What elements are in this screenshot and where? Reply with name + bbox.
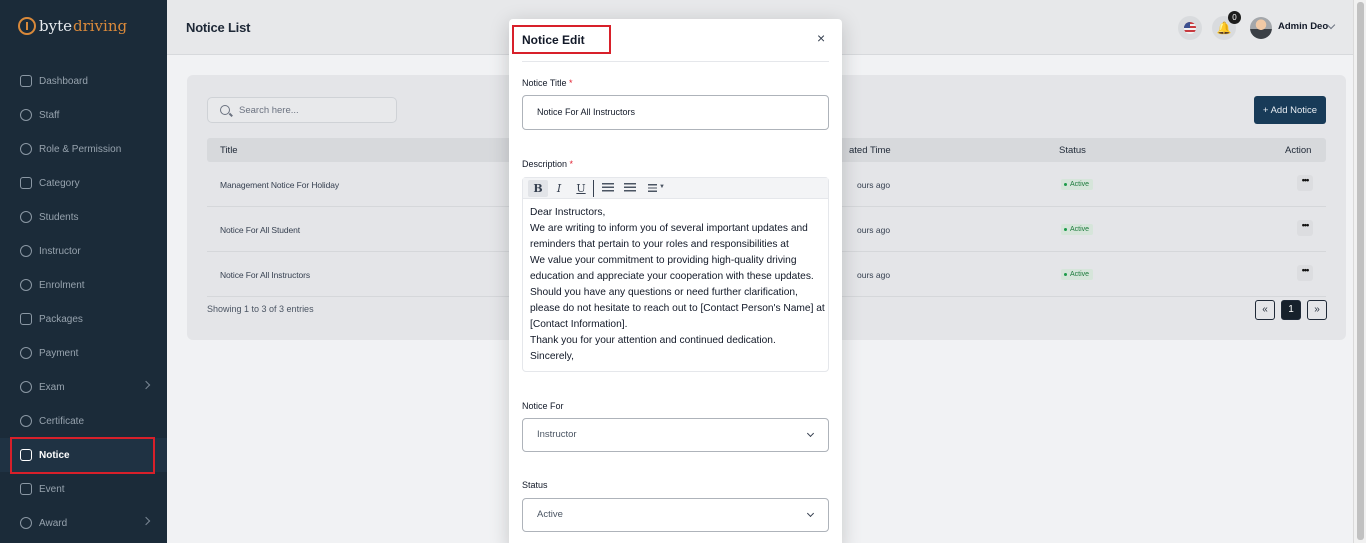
editor-line: Dear Instructors, [530, 207, 606, 218]
status-select[interactable]: Active [522, 498, 829, 532]
underline-button[interactable]: U [571, 180, 591, 197]
page-scrollbar[interactable] [1353, 0, 1366, 543]
numbered-list-icon[interactable] [624, 183, 636, 192]
bullet-list-icon[interactable] [602, 183, 614, 192]
description-label: Description * [522, 159, 573, 169]
notice-title-input[interactable]: Notice For All Instructors [522, 95, 829, 130]
notice-edit-modal: Notice Edit × Notice Title * Notice For … [509, 19, 842, 543]
editor-line: Sincerely, [530, 351, 574, 362]
notice-for-select[interactable]: Instructor [522, 418, 829, 452]
bold-button[interactable]: B [528, 180, 548, 197]
editor-line: We value your commitment to providing hi… [530, 255, 825, 330]
notice-title-label: Notice Title * [522, 78, 573, 88]
scrollbar-thumb[interactable] [1357, 2, 1364, 540]
description-editor: B I U ▼ Dear Instructors, We are writing… [522, 177, 829, 372]
label-text: Description [522, 159, 568, 169]
required-mark: * [569, 78, 573, 88]
label-text: Notice Title [522, 78, 567, 88]
status-value: Active [537, 509, 563, 520]
notice-for-value: Instructor [537, 429, 577, 440]
modal-divider [522, 61, 829, 62]
required-mark: * [569, 159, 574, 169]
italic-button[interactable]: I [549, 180, 569, 197]
chevron-down-icon [806, 429, 815, 438]
close-icon[interactable]: × [817, 31, 825, 45]
chevron-down-icon [806, 509, 815, 518]
align-left-icon[interactable] [648, 184, 657, 192]
editor-line: Thank you for your attention and continu… [530, 335, 776, 346]
toolbar-cursor [593, 180, 594, 197]
editor-content[interactable]: Dear Instructors, We are writing to info… [530, 205, 826, 365]
chevron-down-icon[interactable]: ▼ [659, 184, 665, 190]
modal-title: Notice Edit [522, 33, 585, 47]
editor-toolbar: B I U ▼ [523, 178, 828, 199]
editor-line: We are writing to inform you of several … [530, 223, 808, 250]
status-label: Status [522, 480, 548, 490]
notice-for-label: Notice For [522, 401, 564, 411]
